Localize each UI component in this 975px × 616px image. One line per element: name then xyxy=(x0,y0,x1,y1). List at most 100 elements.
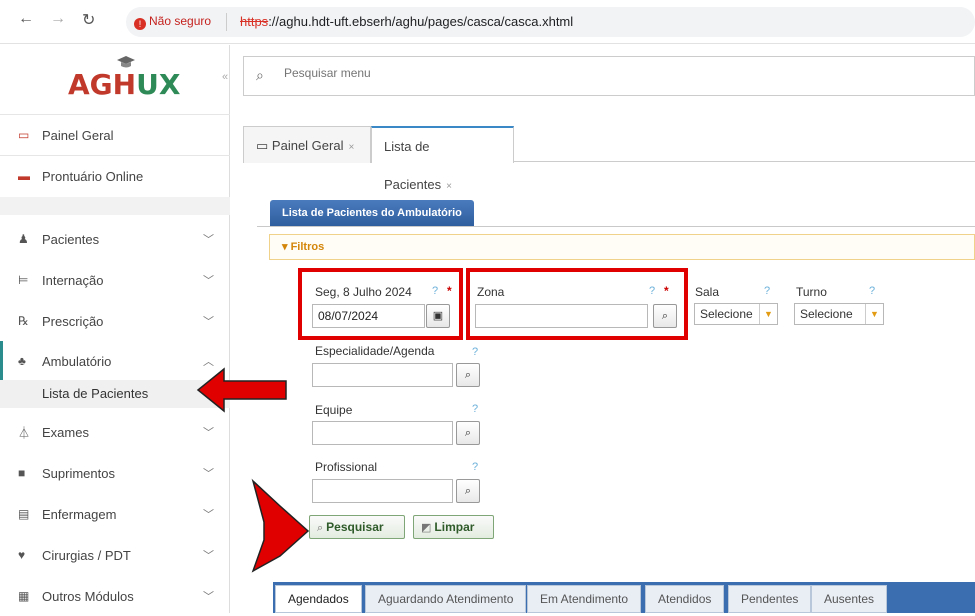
turno-select[interactable]: Selecione ▼ xyxy=(794,303,884,325)
url-text[interactable]: https://aghu.hdt-uft.ebserh/aghu/pages/c… xyxy=(240,14,573,29)
close-icon[interactable]: × xyxy=(348,142,354,153)
reload-icon[interactable]: ↻ xyxy=(82,10,95,30)
forward-arrow-icon[interactable]: → xyxy=(50,10,66,28)
tab-agendados[interactable]: Agendados xyxy=(275,585,362,613)
search-icon: ⌕ xyxy=(464,485,472,497)
browser-toolbar: ← → ↻ ! Não seguro https://aghu.hdt-uft.e… xyxy=(0,0,975,44)
pesquisar-button[interactable]: ⌕ Pesquisar xyxy=(309,515,405,539)
filters-toggle[interactable]: ▾ Filtros xyxy=(269,234,975,260)
search-abc-icon: ⌕ xyxy=(317,522,324,534)
logo-accent: UX xyxy=(136,68,181,101)
turno-label: Turno xyxy=(796,285,827,299)
especialidade-search-button[interactable]: ⌕ xyxy=(456,363,480,387)
pesquisar-label: Pesquisar xyxy=(326,520,384,534)
tab-label: Painel Geral xyxy=(271,138,344,153)
sidebar-item-painel-geral[interactable]: ▭ Painel Geral xyxy=(0,115,230,155)
profissional-label: Profissional xyxy=(315,460,378,474)
app-logo[interactable]: AGHUX xyxy=(68,68,180,101)
chevron-down-icon: ﹀ xyxy=(203,316,214,328)
sidebar-item-label: Cirurgias / PDT xyxy=(42,547,131,563)
sidebar-item-label: Exames xyxy=(42,424,89,440)
url-protocol: https xyxy=(240,14,269,29)
tab-atendidos[interactable]: Atendidos xyxy=(645,585,725,613)
divider xyxy=(226,13,227,31)
select-value: Selecione xyxy=(800,307,853,321)
especialidade-field[interactable] xyxy=(312,363,453,387)
chevron-down-icon: ﹀ xyxy=(203,509,214,521)
limpar-button[interactable]: ◩ Limpar xyxy=(413,515,494,539)
caret-down-icon: ▾ xyxy=(282,241,291,253)
sidebar-item-outros-modulos[interactable]: ▦ Outros Módulos ﹀ xyxy=(0,576,230,616)
back-arrow-icon[interactable]: ← xyxy=(18,10,34,28)
sidebar-item-label: Pacientes xyxy=(42,231,100,247)
flask-icon: ⏃ xyxy=(18,425,31,440)
select-value: Selecione xyxy=(700,307,753,321)
menu-search: ⌕ xyxy=(243,56,975,96)
highlight-box-zona xyxy=(466,268,688,340)
profissional-search-button[interactable]: ⌕ xyxy=(456,479,480,503)
sidebar-item-suprimentos[interactable]: ■ Suprimentos ﹀ xyxy=(0,453,230,493)
chevron-down-icon: ﹀ xyxy=(203,234,214,246)
tab-strip: ▭ Painel Geral × Lista de Pacientes × xyxy=(243,126,975,192)
close-icon[interactable]: × xyxy=(446,181,452,192)
sidebar-item-label: Outros Módulos xyxy=(42,588,134,604)
tab-pendentes[interactable]: Pendentes xyxy=(728,585,812,613)
panel-title: Lista de Pacientes do Ambulatório xyxy=(270,200,474,226)
divider xyxy=(257,226,975,227)
grid-icon: ▦ xyxy=(18,589,30,603)
address-bar[interactable]: ! Não seguro https://aghu.hdt-uft.ebserh/… xyxy=(126,7,975,37)
tab-painel-geral[interactable]: ▭ Painel Geral × xyxy=(243,126,371,163)
tab-ausentes[interactable]: Ausentes xyxy=(811,585,888,613)
card-icon: ▤ xyxy=(18,507,30,521)
tab-lista-de-pacientes[interactable]: Lista de Pacientes × xyxy=(371,126,514,192)
especialidade-label: Especialidade/Agenda xyxy=(315,344,435,358)
sidebar-item-prontuario-online[interactable]: ▬ Prontuário Online xyxy=(0,156,230,196)
equipe-field[interactable] xyxy=(312,421,453,445)
sidebar-item-label: Enfermagem xyxy=(42,506,117,522)
chevron-down-icon: ﹀ xyxy=(203,468,214,480)
box-icon: ■ xyxy=(18,466,26,480)
help-icon[interactable]: ? xyxy=(472,461,478,473)
sidebar-item-cirurgias[interactable]: ♥ Cirurgias / PDT ﹀ xyxy=(0,535,230,575)
collapse-sidebar-icon[interactable]: « xyxy=(222,71,228,83)
limpar-label: Limpar xyxy=(434,520,475,534)
sala-label: Sala xyxy=(695,285,720,299)
logo-area: AGHUX « xyxy=(0,45,230,115)
sidebar-item-label: Ambulatório xyxy=(42,353,112,369)
sidebar-item-internacao[interactable]: ⊨ Internação ﹀ xyxy=(0,260,230,300)
sidebar-item-exames[interactable]: ⏃ Exames ﹀ xyxy=(0,412,230,452)
results-tab-bar: Agendados Aguardando Atendimento Em Aten… xyxy=(273,582,975,613)
chevron-down-icon: ﹀ xyxy=(203,275,214,287)
security-indicator[interactable]: ! Não seguro xyxy=(134,14,211,30)
profissional-field[interactable] xyxy=(312,479,453,503)
security-label: Não seguro xyxy=(149,14,212,28)
sidebar-item-prescricao[interactable]: ℞ Prescrição ﹀ xyxy=(0,301,230,341)
chevron-down-icon: ﹀ xyxy=(203,550,214,562)
search-input[interactable] xyxy=(284,66,584,80)
help-icon[interactable]: ? xyxy=(764,285,770,297)
sidebar-spacer xyxy=(0,197,230,215)
sidebar-item-label: Prescrição xyxy=(42,313,104,329)
help-icon[interactable]: ? xyxy=(869,285,875,297)
highlight-box-date xyxy=(298,268,463,340)
tab-aguardando-atendimento[interactable]: Aguardando Atendimento xyxy=(365,585,527,613)
search-icon: ⌕ xyxy=(256,67,264,83)
sala-select[interactable]: Selecione ▼ xyxy=(694,303,778,325)
caret-down-icon: ▼ xyxy=(759,304,777,324)
sidebar-item-label: Painel Geral xyxy=(42,127,114,143)
equipe-search-button[interactable]: ⌕ xyxy=(456,421,480,445)
folder-icon: ▬ xyxy=(18,169,30,183)
sidebar-item-label: Internação xyxy=(42,272,104,288)
monitor-icon: ▭ xyxy=(18,128,30,142)
help-icon[interactable]: ? xyxy=(472,346,478,358)
warning-icon: ! xyxy=(134,18,146,30)
user-icon: ♟ xyxy=(18,232,29,246)
prescription-icon: ℞ xyxy=(18,314,29,328)
monitor-icon: ▭ xyxy=(256,138,269,153)
tab-em-atendimento[interactable]: Em Atendimento xyxy=(527,585,642,613)
sidebar-item-pacientes[interactable]: ♟ Pacientes ﹀ xyxy=(0,219,230,259)
equipe-label: Equipe xyxy=(315,403,353,417)
sidebar-item-enfermagem[interactable]: ▤ Enfermagem ﹀ xyxy=(0,494,230,534)
chevron-down-icon: ﹀ xyxy=(203,427,214,439)
help-icon[interactable]: ? xyxy=(472,403,478,415)
